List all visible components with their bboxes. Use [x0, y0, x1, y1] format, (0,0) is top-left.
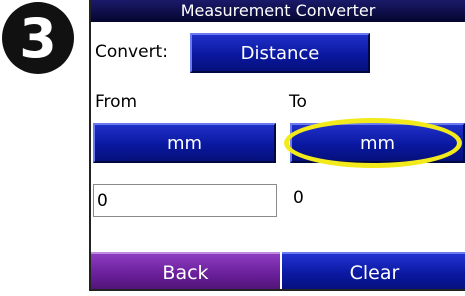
to-unit-button[interactable]: mm	[290, 123, 465, 163]
device-screen: Measurement Converter Convert: Distance …	[89, 0, 465, 291]
convert-label: Convert:	[95, 42, 168, 62]
back-button[interactable]: Back	[91, 252, 280, 289]
category-distance-button[interactable]: Distance	[190, 33, 370, 73]
from-unit-button[interactable]: mm	[93, 123, 276, 163]
from-label: From	[95, 92, 138, 112]
to-label: To	[289, 92, 307, 112]
clear-button[interactable]: Clear	[282, 252, 465, 289]
step-number-badge: 3	[2, 2, 74, 74]
to-value: 0	[293, 188, 304, 208]
page-title: Measurement Converter	[91, 0, 465, 22]
from-value-field[interactable]: 0	[93, 184, 277, 217]
